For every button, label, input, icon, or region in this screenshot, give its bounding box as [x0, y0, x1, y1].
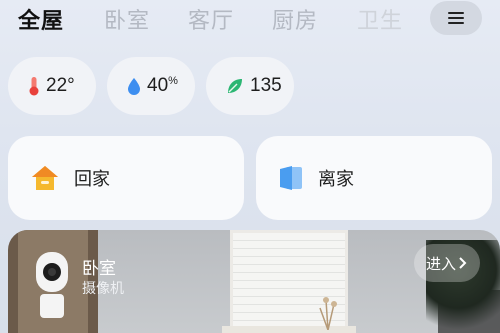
camera-card[interactable]: 卧室 摄像机 进入 — [8, 230, 500, 333]
temperature-pill[interactable]: 22° — [8, 57, 96, 115]
scene-label: 回家 — [74, 169, 110, 190]
menu-button[interactable] — [430, 1, 482, 35]
temperature-unit: ° — [67, 75, 75, 96]
tab-whole-house[interactable]: 全屋 — [18, 3, 64, 35]
humidity-unit: % — [168, 75, 178, 87]
enter-label: 进入 — [426, 254, 457, 273]
thermometer-icon — [29, 77, 39, 96]
leave-door-icon — [280, 166, 302, 190]
enter-camera-button[interactable]: 进入 — [414, 244, 480, 282]
camera-device-icon — [36, 252, 68, 318]
room-tab-bar: 全屋 卧室 客厅 厨房 卫生 — [0, 0, 500, 40]
tab-bathroom[interactable]: 卫生 — [357, 3, 403, 35]
humidity-value: 40 — [147, 75, 169, 96]
tab-bedroom[interactable]: 卧室 — [104, 3, 150, 35]
tab-kitchen[interactable]: 厨房 — [272, 3, 318, 35]
air-quality-pill[interactable]: 135 — [206, 57, 294, 115]
scene-leave-home[interactable]: 离家 — [256, 136, 492, 220]
air-quality-value: 135 — [250, 75, 282, 96]
camera-device-name: 摄像机 — [82, 281, 124, 297]
chevron-right-icon — [459, 257, 467, 269]
temperature-value: 22 — [46, 75, 68, 96]
home-icon — [32, 166, 58, 190]
camera-feed-twigs — [319, 297, 337, 330]
humidity-drop-icon — [128, 77, 140, 95]
camera-room-name: 卧室 — [82, 259, 116, 279]
scene-label: 离家 — [318, 169, 354, 190]
leaf-air-quality-icon — [228, 79, 242, 93]
scene-go-home[interactable]: 回家 — [8, 136, 244, 220]
tab-living-room[interactable]: 客厅 — [188, 3, 234, 35]
menu-icon — [448, 12, 464, 24]
humidity-pill[interactable]: 40% — [107, 57, 195, 115]
